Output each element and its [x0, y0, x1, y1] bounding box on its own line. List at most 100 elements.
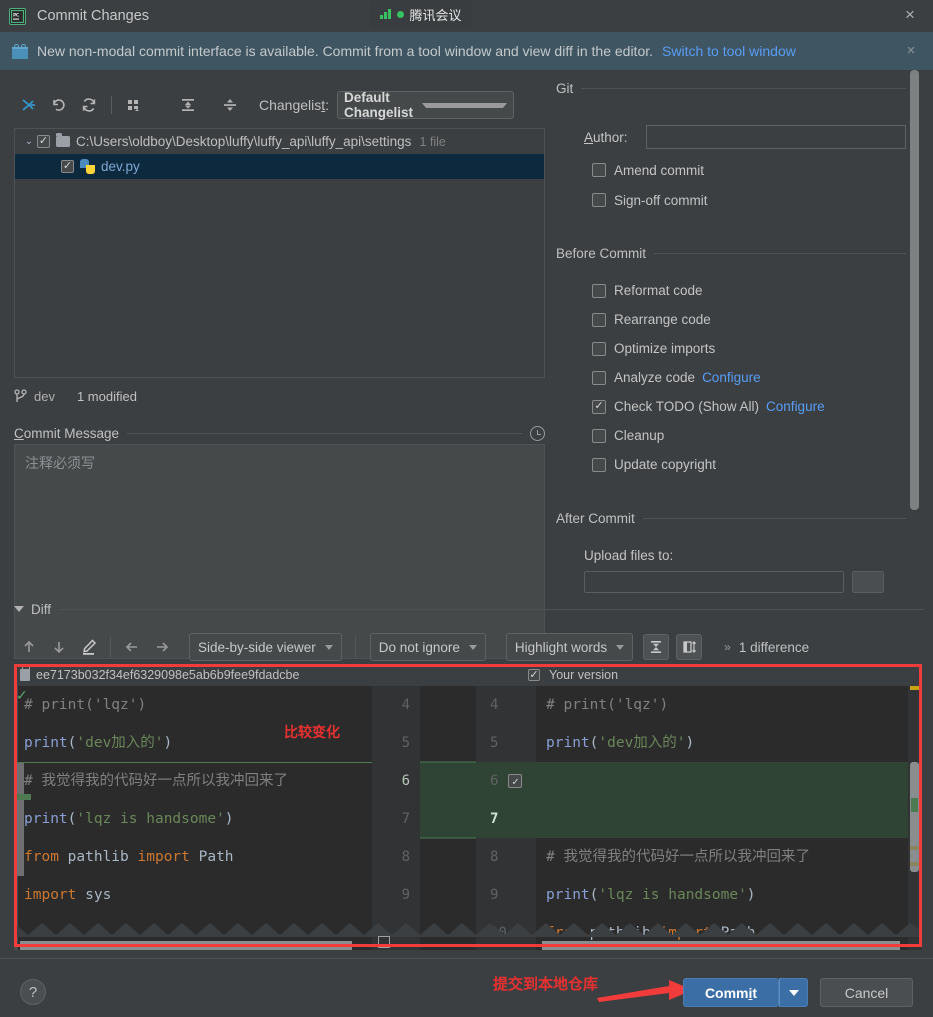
changelist-dropdown[interactable]: Default Changelist	[337, 91, 514, 119]
cleanup-checkbox[interactable]	[592, 429, 606, 443]
line-number: 8	[372, 838, 420, 876]
reformat-code-label: Reformat code	[614, 283, 703, 298]
check-todo-row[interactable]: Check TODO (Show All) Configure	[592, 392, 906, 421]
right-horizontal-scrollbar[interactable]	[542, 941, 906, 950]
next-difference-icon[interactable]	[44, 633, 74, 661]
upload-target-input[interactable]	[584, 571, 844, 593]
commit-message-input[interactable]: 注释必须写	[14, 444, 545, 659]
amend-commit-row[interactable]: Amend commit	[592, 158, 906, 182]
banner-close-icon[interactable]: ×	[903, 43, 919, 59]
rearrange-code-row[interactable]: Rearrange code	[592, 305, 906, 334]
check-todo-checkbox[interactable]	[592, 400, 606, 414]
accept-right-icon[interactable]	[147, 633, 177, 661]
line-number-row: 6	[476, 762, 536, 800]
line-number: 7	[372, 800, 420, 838]
change-stripe-mark	[911, 798, 918, 812]
line-number: 4	[372, 686, 420, 724]
signoff-commit-row[interactable]: Sign-off commit	[592, 188, 906, 212]
optimize-imports-checkbox[interactable]	[592, 342, 606, 356]
left-revision-hash: ee7173b032f34ef6329098e5ab6b9fee9fdadcbe	[36, 668, 299, 682]
rearrange-code-checkbox[interactable]	[592, 313, 606, 327]
options-scrollbar-thumb[interactable]	[910, 70, 919, 510]
chevron-down-icon[interactable]: ⌄	[21, 136, 37, 147]
update-copyright-checkbox[interactable]	[592, 458, 606, 472]
help-button[interactable]: ?	[20, 979, 46, 1005]
analyze-code-checkbox[interactable]	[592, 371, 606, 385]
check-todo-label: Check TODO (Show All)	[614, 399, 759, 414]
your-version-checkbox[interactable]	[528, 669, 540, 681]
check-todo-configure-link[interactable]: Configure	[766, 399, 825, 414]
change-stripe-mark	[910, 862, 919, 866]
tree-row-file[interactable]: dev.py	[15, 154, 544, 179]
commit-dropdown-button[interactable]	[779, 978, 808, 1007]
edit-source-icon[interactable]	[74, 633, 104, 661]
changelist-value: Default Changelist	[344, 90, 422, 120]
group-by-icon[interactable]	[119, 92, 149, 118]
ignore-mode-dropdown[interactable]: Do not ignore	[370, 633, 486, 661]
apply-change-checkbox[interactable]	[508, 774, 522, 788]
left-hscroll-thumb[interactable]	[20, 941, 352, 950]
commit-message-header: Commit Message	[14, 425, 545, 441]
analyze-code-row[interactable]: Analyze code Configure	[592, 363, 906, 392]
switch-to-tool-window-link[interactable]: Switch to tool window	[662, 43, 796, 59]
rollback-icon[interactable]	[44, 92, 74, 118]
warning-stripe-mark	[910, 686, 919, 690]
chevron-down-icon	[789, 990, 799, 996]
expand-all-icon[interactable]	[173, 92, 203, 118]
accept-left-icon[interactable]	[117, 633, 147, 661]
amend-commit-checkbox[interactable]	[592, 163, 606, 177]
annotation-arrow	[595, 978, 695, 1004]
collapse-all-icon[interactable]	[215, 92, 245, 118]
diff-error-stripe[interactable]	[908, 686, 922, 950]
changed-files-tree[interactable]: ⌄ C:\Users\oldboy\Desktop\luffy\luffy_ap…	[14, 128, 545, 378]
left-change-marker	[17, 794, 31, 800]
optimize-imports-row[interactable]: Optimize imports	[592, 334, 906, 363]
diff-scrollbar-thumb[interactable]	[910, 762, 919, 872]
code-token: import	[24, 887, 85, 903]
code-line: import sys	[14, 876, 372, 914]
diff-sync-handle[interactable]	[378, 936, 390, 948]
right-hscroll-thumb[interactable]	[542, 941, 900, 950]
diff-file-headers: ee7173b032f34ef6329098e5ab6b9fee9fdadcbe…	[14, 664, 922, 686]
update-copyright-row[interactable]: Update copyright	[592, 450, 906, 479]
file-checkbox[interactable]	[61, 160, 74, 173]
show-diff-icon[interactable]	[14, 92, 44, 118]
highlight-mode-dropdown[interactable]: Highlight words	[506, 633, 633, 661]
commit-button[interactable]: Commit	[683, 978, 779, 1007]
upload-browse-button[interactable]	[852, 571, 884, 593]
reformat-code-checkbox[interactable]	[592, 284, 606, 298]
clock-icon[interactable]	[530, 426, 545, 441]
left-horizontal-scrollbar[interactable]	[20, 941, 366, 950]
collapse-unchanged-icon[interactable]	[643, 634, 669, 660]
window-titlebar: PC Commit Changes 腾讯会议 ×	[0, 0, 933, 32]
code-token: print	[546, 735, 590, 751]
code-line: # 我觉得我的代码好一点所以我冲回来了	[536, 838, 908, 876]
collapse-triangle-icon[interactable]	[14, 606, 24, 612]
right-revision-label: Your version	[549, 668, 618, 682]
diff-right-code[interactable]: # print('lqz') print('dev加入的') # 我觉得我的代码…	[536, 686, 908, 950]
line-number: 9	[372, 876, 420, 914]
expand-chevron-icon[interactable]: »	[724, 640, 731, 654]
folder-path: C:\Users\oldboy\Desktop\luffy\luffy_api\…	[76, 134, 411, 149]
meeting-overlay-widget[interactable]: 腾讯会议	[370, 0, 472, 28]
code-token: )	[747, 887, 756, 903]
cancel-button[interactable]: Cancel	[820, 978, 913, 1007]
analyze-code-configure-link[interactable]: Configure	[702, 370, 761, 385]
cleanup-row[interactable]: Cleanup	[592, 421, 906, 450]
signoff-commit-checkbox[interactable]	[592, 193, 606, 207]
toolbar-separator	[355, 637, 356, 657]
refresh-icon[interactable]	[74, 92, 104, 118]
diff-section-title: Diff	[31, 602, 51, 617]
show-whitespace-icon[interactable]	[676, 634, 702, 660]
author-input[interactable]	[646, 125, 906, 149]
options-scrollbar[interactable]	[910, 70, 919, 510]
viewer-mode-dropdown[interactable]: Side-by-side viewer	[189, 633, 342, 661]
code-token: # print('lqz')	[546, 697, 668, 713]
tree-row-folder[interactable]: ⌄ C:\Users\oldboy\Desktop\luffy\luffy_ap…	[15, 129, 544, 154]
diff-viewer: ee7173b032f34ef6329098e5ab6b9fee9fdadcbe…	[14, 664, 922, 950]
folder-checkbox[interactable]	[37, 135, 50, 148]
folder-icon	[56, 136, 70, 147]
reformat-code-row[interactable]: Reformat code	[592, 276, 906, 305]
previous-difference-icon[interactable]	[14, 633, 44, 661]
close-icon[interactable]: ×	[901, 7, 919, 25]
